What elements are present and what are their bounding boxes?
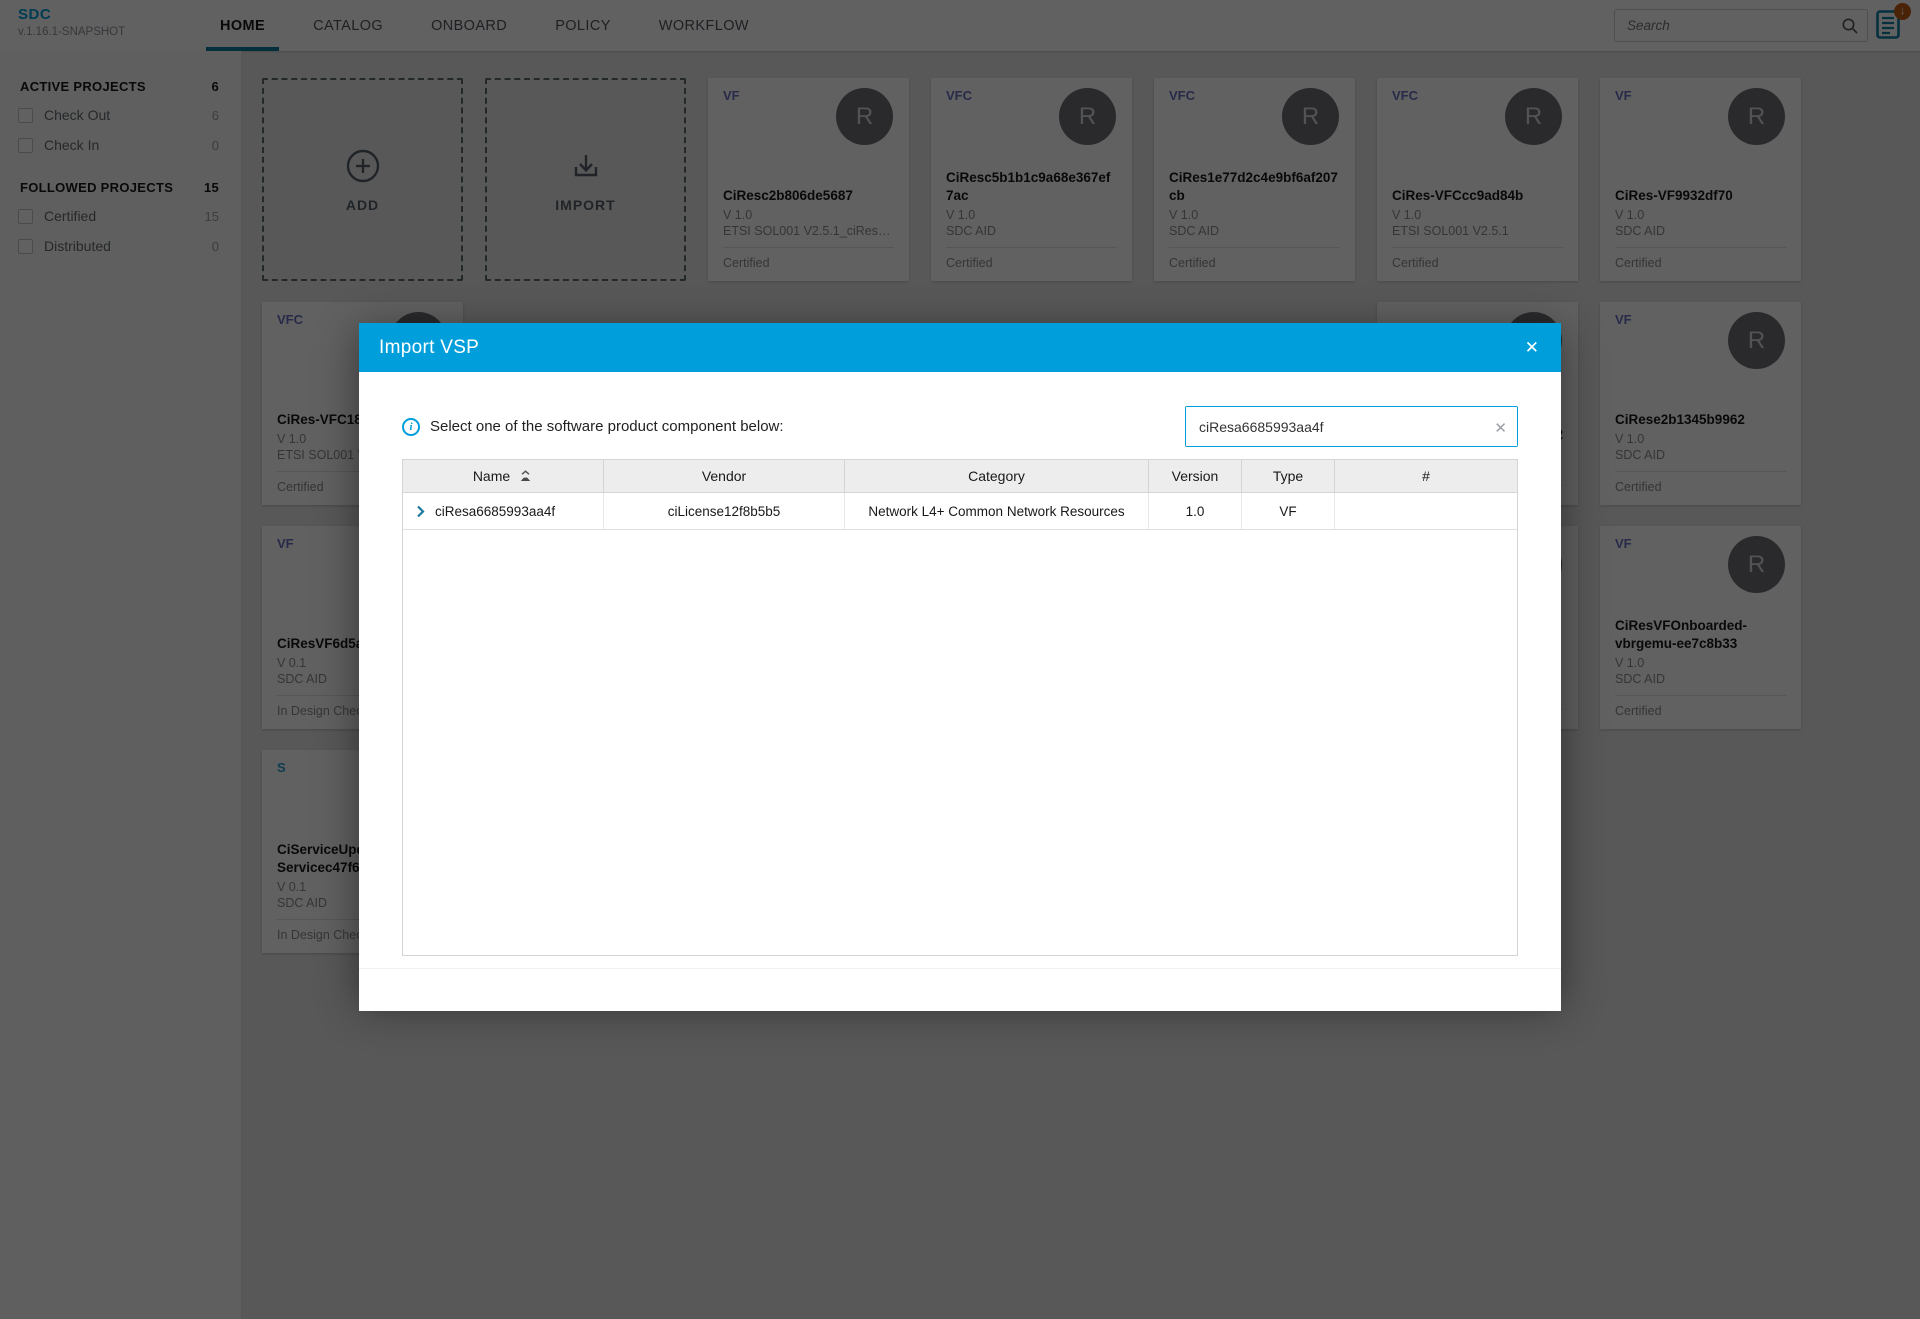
cell-name: ciResa6685993aa4f xyxy=(403,493,604,529)
clear-icon[interactable]: ✕ xyxy=(1494,407,1507,448)
sort-ascending-icon xyxy=(518,470,533,486)
vsp-table: Name Vendor Category Version Type # ciRe… xyxy=(402,459,1518,956)
instruction-text: Select one of the software product compo… xyxy=(430,418,784,435)
column-label: Category xyxy=(968,468,1025,484)
column-label: Type xyxy=(1273,468,1303,484)
column-header-vendor[interactable]: Vendor xyxy=(604,460,845,492)
vsp-search-input[interactable] xyxy=(1186,407,1517,446)
cell-text: 1.0 xyxy=(1186,504,1205,519)
vsp-search-box: ✕ xyxy=(1185,406,1518,447)
cell-version: 1.0 xyxy=(1149,493,1242,529)
table-row[interactable]: ciResa6685993aa4f ciLicense12f8b5b5 Netw… xyxy=(403,493,1517,530)
modal-footer xyxy=(359,968,1561,1011)
column-header-category[interactable]: Category xyxy=(845,460,1149,492)
close-icon[interactable]: ✕ xyxy=(1525,323,1539,372)
column-header-count[interactable]: # xyxy=(1335,460,1517,492)
column-label: # xyxy=(1422,468,1430,484)
column-label: Name xyxy=(473,468,510,484)
column-header-version[interactable]: Version xyxy=(1149,460,1242,492)
cell-type: VF xyxy=(1242,493,1335,529)
column-header-name[interactable]: Name xyxy=(403,460,604,492)
modal-header: Import VSP ✕ xyxy=(359,323,1561,372)
info-icon: i xyxy=(402,418,420,436)
import-vsp-modal: Import VSP ✕ i Select one of the softwar… xyxy=(359,323,1561,999)
expand-chevron-icon[interactable] xyxy=(416,505,425,518)
table-empty-area xyxy=(403,530,1517,955)
cell-text: Network L4+ Common Network Resources xyxy=(868,504,1124,519)
column-label: Version xyxy=(1172,468,1219,484)
cell-vendor: ciLicense12f8b5b5 xyxy=(604,493,845,529)
cell-text: ciLicense12f8b5b5 xyxy=(668,504,781,519)
cell-count xyxy=(1335,493,1517,529)
table-header: Name Vendor Category Version Type # xyxy=(403,460,1517,493)
cell-text: ciResa6685993aa4f xyxy=(435,504,555,519)
column-header-type[interactable]: Type xyxy=(1242,460,1335,492)
instruction-row: i Select one of the software product com… xyxy=(402,406,1518,447)
cell-category: Network L4+ Common Network Resources xyxy=(845,493,1149,529)
column-label: Vendor xyxy=(702,468,746,484)
modal-title: Import VSP xyxy=(359,337,479,359)
cell-text: VF xyxy=(1279,504,1296,519)
modal-body: i Select one of the software product com… xyxy=(359,372,1561,956)
